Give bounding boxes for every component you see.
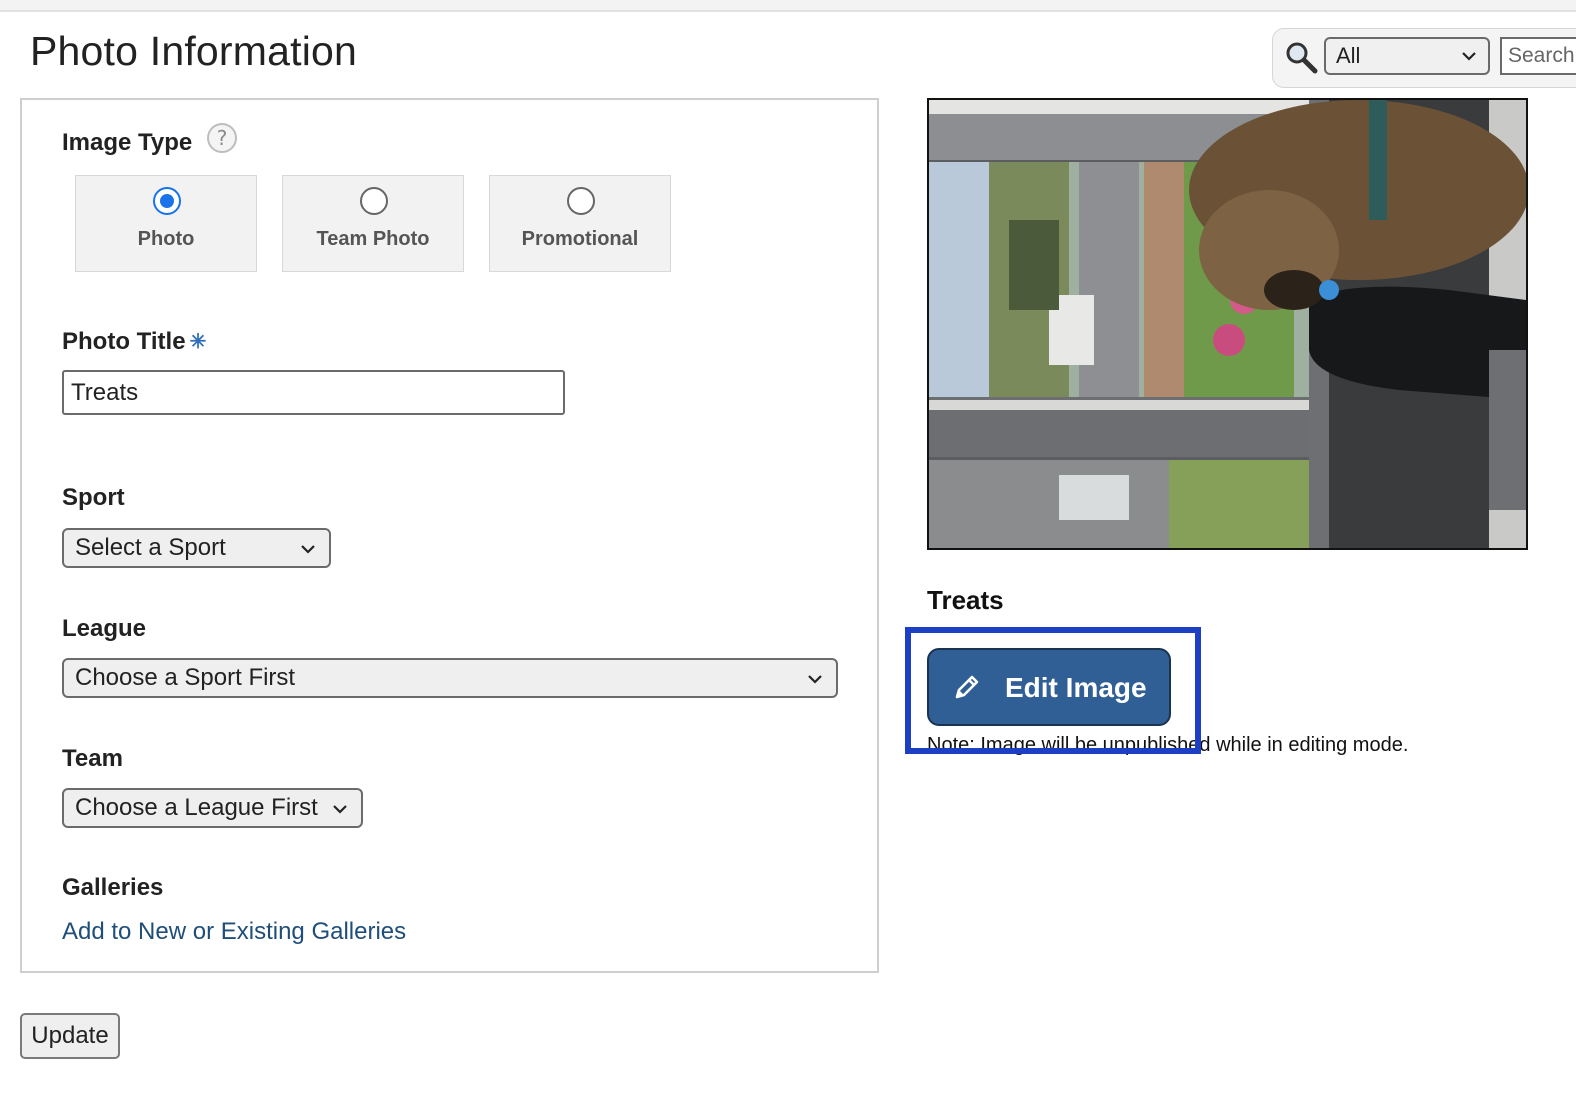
highlight-box — [905, 627, 1201, 754]
search-scope-select[interactable]: All — [1324, 37, 1490, 75]
league-label: League — [62, 615, 147, 642]
galleries-label: Galleries — [62, 874, 164, 901]
photo-caption: Treats — [927, 585, 1004, 615]
photo-title-input[interactable]: Treats — [62, 370, 565, 415]
radio-promotional[interactable] — [567, 187, 595, 215]
photo-preview — [927, 98, 1528, 550]
image-type-option-photo[interactable]: Photo — [75, 175, 257, 272]
chevron-down-icon — [1462, 52, 1476, 61]
search-placeholder: Search — [1508, 44, 1575, 67]
chevron-down-icon — [333, 805, 347, 814]
sport-label: Sport — [62, 484, 125, 511]
image-type-option-label: Photo — [137, 228, 195, 250]
browser-top-strip — [0, 0, 1576, 12]
league-select-value: Choose a Sport First — [75, 664, 296, 691]
photo-title-label-text: Photo Title — [62, 328, 186, 355]
chevron-down-icon — [808, 675, 822, 684]
image-type-option-label: Team Photo — [316, 228, 430, 250]
team-label: Team — [62, 745, 123, 772]
image-type-label: Image Type — [62, 129, 193, 156]
image-type-option-promotional[interactable]: Promotional — [489, 175, 671, 272]
radio-team-photo[interactable] — [360, 187, 388, 215]
update-button[interactable]: Update — [20, 1013, 120, 1059]
photo-form-panel: Image Type ? Photo Team Photo Promotiona… — [20, 98, 879, 973]
image-type-option-team-photo[interactable]: Team Photo — [282, 175, 464, 272]
sport-select[interactable]: Select a Sport — [62, 528, 331, 568]
required-icon: ✳ — [189, 331, 207, 353]
search-bar: All Search — [1272, 28, 1576, 88]
league-select[interactable]: Choose a Sport First — [62, 658, 838, 698]
team-select-value: Choose a League First — [75, 794, 318, 821]
photo-title-value: Treats — [71, 379, 139, 406]
image-type-option-label: Promotional — [521, 228, 639, 250]
photo-title-label: Photo Title ✳ — [62, 328, 206, 356]
team-select[interactable]: Choose a League First — [62, 788, 363, 828]
sport-select-value: Select a Sport — [75, 534, 226, 561]
add-to-galleries-link[interactable]: Add to New or Existing Galleries — [62, 918, 406, 946]
help-icon[interactable]: ? — [206, 122, 238, 154]
page-title: Photo Information — [30, 28, 358, 74]
svg-text:?: ? — [217, 126, 228, 150]
search-icon[interactable] — [1283, 39, 1319, 75]
search-input[interactable]: Search — [1500, 37, 1576, 75]
search-scope-value: All — [1336, 43, 1361, 68]
photo-preview-image — [929, 100, 1526, 548]
radio-photo[interactable] — [153, 187, 181, 215]
chevron-down-icon — [301, 545, 315, 554]
